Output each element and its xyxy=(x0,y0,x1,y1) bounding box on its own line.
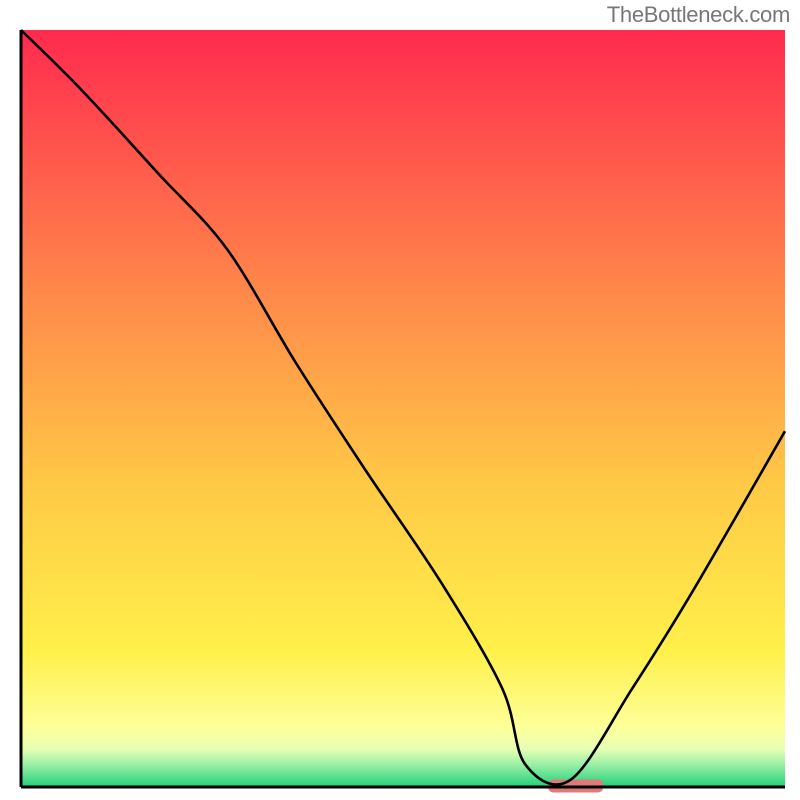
chart-container: TheBottleneck.com xyxy=(0,0,800,800)
watermark: TheBottleneck.com xyxy=(607,2,790,28)
gradient-background xyxy=(21,30,785,787)
chart-svg xyxy=(0,0,800,800)
